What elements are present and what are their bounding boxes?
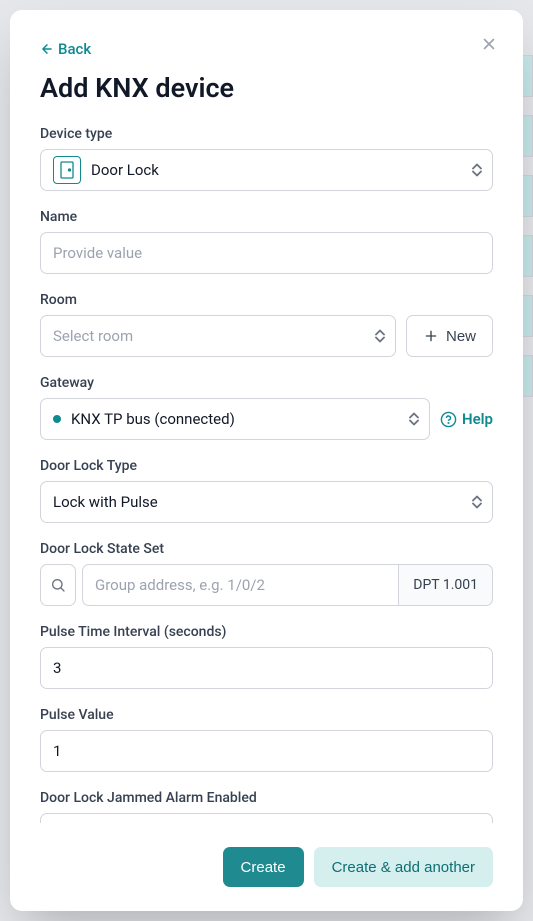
name-input[interactable] xyxy=(40,232,493,274)
device-type-group: Device type Door Lock xyxy=(40,126,493,191)
pulse-value-label: Pulse Value xyxy=(40,707,493,723)
back-label: Back xyxy=(58,40,91,58)
help-link[interactable]: Help xyxy=(440,410,493,428)
chevrons-icon xyxy=(409,413,419,426)
name-label: Name xyxy=(40,209,493,225)
jammed-alarm-group: Door Lock Jammed Alarm Enabled Disabled xyxy=(40,790,493,823)
add-device-modal: Back Add KNX device Device type Door Loc… xyxy=(10,10,523,911)
form-body: Device type Door Lock Name Room Select r… xyxy=(40,126,493,823)
arrow-left-icon xyxy=(40,42,54,56)
modal-title: Add KNX device xyxy=(40,72,493,104)
state-set-group: Door Lock State Set DPT 1.001 xyxy=(40,541,493,606)
room-placeholder: Select room xyxy=(53,327,133,345)
help-label: Help xyxy=(462,410,493,428)
name-group: Name xyxy=(40,209,493,274)
pulse-interval-label: Pulse Time Interval (seconds) xyxy=(40,624,493,640)
jammed-alarm-label: Door Lock Jammed Alarm Enabled xyxy=(40,790,493,806)
chevrons-icon xyxy=(375,330,385,343)
door-lock-type-select[interactable]: Lock with Pulse xyxy=(40,481,493,523)
back-link[interactable]: Back xyxy=(40,40,493,58)
door-lock-type-group: Door Lock Type Lock with Pulse xyxy=(40,458,493,523)
help-icon xyxy=(440,411,457,428)
pulse-value-group: Pulse Value xyxy=(40,707,493,772)
chevrons-icon xyxy=(472,496,482,509)
new-room-button[interactable]: New xyxy=(406,315,493,357)
door-lock-type-label: Door Lock Type xyxy=(40,458,493,474)
plus-icon xyxy=(423,328,439,344)
device-type-value: Door Lock xyxy=(91,161,159,179)
device-type-select[interactable]: Door Lock xyxy=(40,149,493,191)
chevrons-icon xyxy=(472,164,482,177)
status-dot-icon xyxy=(53,415,61,423)
room-group: Room Select room New xyxy=(40,292,493,357)
state-set-label: Door Lock State Set xyxy=(40,541,493,557)
state-set-input[interactable] xyxy=(82,564,398,606)
gateway-value: KNX TP bus (connected) xyxy=(71,410,235,428)
search-address-button[interactable] xyxy=(40,564,76,606)
dpt-suffix: DPT 1.001 xyxy=(398,564,493,606)
new-room-label: New xyxy=(446,328,476,345)
pulse-interval-input[interactable] xyxy=(40,647,493,689)
search-icon xyxy=(50,577,66,593)
door-lock-type-value: Lock with Pulse xyxy=(53,493,158,511)
close-button[interactable] xyxy=(477,32,501,56)
room-label: Room xyxy=(40,292,493,308)
gateway-label: Gateway xyxy=(40,375,493,391)
close-icon xyxy=(480,35,498,53)
door-lock-icon xyxy=(53,156,81,184)
pulse-value-input[interactable] xyxy=(40,730,493,772)
gateway-group: Gateway KNX TP bus (connected) Help xyxy=(40,375,493,440)
device-type-label: Device type xyxy=(40,126,493,142)
modal-footer: Create Create & add another xyxy=(40,835,493,887)
room-select[interactable]: Select room xyxy=(40,315,396,357)
jammed-alarm-select[interactable]: Disabled xyxy=(40,813,493,823)
create-button[interactable]: Create xyxy=(223,847,304,887)
gateway-select[interactable]: KNX TP bus (connected) xyxy=(40,398,430,440)
pulse-interval-group: Pulse Time Interval (seconds) xyxy=(40,624,493,689)
create-add-another-button[interactable]: Create & add another xyxy=(314,847,493,887)
